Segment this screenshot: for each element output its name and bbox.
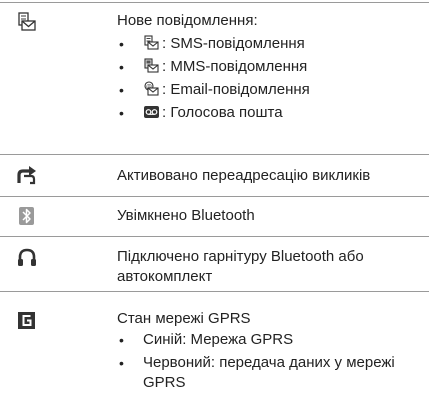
list-item: : MMS-повідомлення	[117, 57, 425, 77]
list-item: @ : Email-повідомлення	[117, 80, 425, 100]
list-item-label: : MMS-повідомлення	[162, 58, 308, 75]
gprs-network-icon	[16, 310, 38, 332]
list-item-label: Червоний: передача даних у мережі GPRS	[143, 354, 395, 391]
row-text: Стан мережі GPRS Синій: Мережа GPRS Черв…	[117, 309, 425, 393]
table-row: Увімкнено Bluetooth	[0, 196, 429, 236]
table-row: Активовано переадресацію викликів	[0, 154, 429, 196]
row-title: Підключено гарнітуру Bluetooth або авток…	[117, 248, 364, 285]
call-forwarding-icon	[16, 164, 38, 186]
list-item: : SMS-повідомлення	[117, 34, 425, 54]
list-item-label: : Email-повідомлення	[162, 81, 310, 98]
bluetooth-icon	[16, 205, 38, 227]
bluetooth-headset-icon	[16, 246, 38, 268]
row-title: Активовано переадресацію викликів	[117, 167, 371, 184]
table-row: Стан мережі GPRS Синій: Мережа GPRS Черв…	[0, 291, 429, 399]
new-message-icon	[16, 11, 38, 33]
table-row: Підключено гарнітуру Bluetooth або авток…	[0, 236, 429, 291]
row-text: Увімкнено Bluetooth	[117, 206, 425, 226]
bullet-list: Синій: Мережа GPRS Червоний: передача да…	[117, 330, 425, 393]
row-title: Увімкнено Bluetooth	[117, 207, 255, 224]
sms-message-icon	[143, 35, 160, 51]
list-item-label: Синій: Мережа GPRS	[143, 331, 294, 348]
list-item: Синій: Мережа GPRS	[117, 330, 425, 350]
list-item-label: : SMS-повідомлення	[162, 35, 305, 52]
voicemail-icon	[143, 104, 160, 120]
bullet-list: : SMS-повідомлення : MMS-повідомлення	[117, 34, 425, 123]
list-item: : Голосова пошта	[117, 103, 425, 123]
row-title: Нове повідомлення:	[117, 12, 258, 29]
mms-message-icon	[143, 58, 160, 74]
row-text: Підключено гарнітуру Bluetooth або авток…	[117, 247, 425, 287]
row-text: Активовано переадресацію викликів	[117, 166, 425, 186]
list-item: Червоний: передача даних у мережі GPRS	[117, 353, 425, 393]
row-text: Нове повідомлення: : SMS-повідомлення	[117, 11, 425, 123]
email-message-icon: @	[143, 81, 160, 97]
row-title: Стан мережі GPRS	[117, 310, 251, 327]
table-row: Нове повідомлення: : SMS-повідомлення	[0, 2, 429, 154]
list-item-label: : Голосова пошта	[162, 104, 283, 121]
